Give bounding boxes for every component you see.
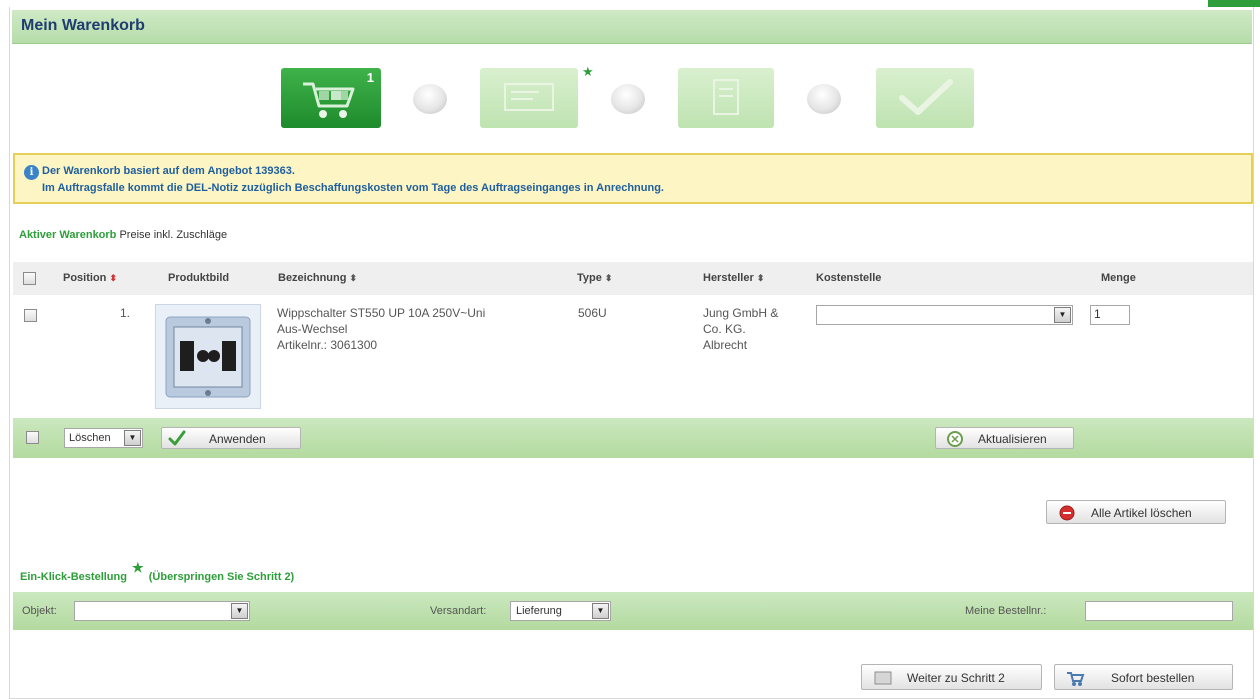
oneclick-note: (Überspringen Sie Schritt 2) — [148, 571, 295, 583]
product-image[interactable] — [155, 304, 261, 409]
info-banner: i Der Warenkorb basiert auf dem Angebot … — [13, 153, 1253, 204]
product-type: 506U — [578, 306, 607, 320]
chevron-down-icon: ▼ — [1054, 307, 1071, 323]
object-label: Objekt: — [22, 605, 57, 617]
active-cart-label: Aktiver Warenkorb — [19, 229, 117, 241]
cost-center-select[interactable]: ▼ — [816, 305, 1073, 325]
refresh-button[interactable]: Aktualisieren — [935, 427, 1074, 449]
step-separator-dot — [611, 84, 645, 114]
order-options-bar: Objekt: ▼ Versandart: Lieferung ▼ Meine … — [13, 592, 1253, 630]
info-text-line1: Der Warenkorb basiert auf dem Angebot 13… — [42, 165, 295, 177]
row-checkbox[interactable] — [24, 309, 37, 322]
step-address — [480, 68, 578, 128]
corner-tab — [1208, 0, 1260, 7]
oneclick-title: Ein-Klick-Bestellung — [20, 571, 127, 583]
address-icon — [504, 83, 554, 111]
sort-icon: ⬍ — [604, 273, 613, 283]
info-text-line2: Im Auftragsfalle kommt die DEL-Notiz zuz… — [42, 182, 664, 194]
bulk-select-checkbox[interactable] — [26, 431, 39, 444]
step-star-icon: ★ — [582, 64, 594, 79]
checkmark-icon — [168, 430, 186, 446]
step-confirm — [876, 68, 974, 128]
table-header: Position ⬍ Produktbild Bezeichnung ⬍ Typ… — [13, 262, 1253, 295]
page-title: Mein Warenkorb — [21, 17, 145, 34]
step-overview — [678, 68, 774, 128]
chevron-down-icon: ▼ — [592, 603, 609, 619]
row-position: 1. — [120, 306, 131, 320]
next-step-button[interactable]: Weiter zu Schritt 2 — [861, 664, 1042, 690]
cart-count-badge: 1 — [366, 70, 374, 85]
delete-all-button[interactable]: Alle Artikel löschen — [1046, 500, 1226, 524]
column-type[interactable]: Type ⬍ — [577, 272, 612, 284]
shopping-cart-icon — [303, 82, 355, 118]
delete-icon — [1059, 505, 1075, 521]
sort-icon: ⬍ — [349, 273, 358, 283]
checkmark-icon — [899, 79, 953, 115]
column-quantity: Menge — [1101, 272, 1136, 284]
column-position[interactable]: Position ⬍ — [63, 272, 117, 284]
bulk-action-bar: Löschen ▼ Anwenden Aktualisieren — [13, 418, 1253, 458]
order-number-input[interactable] — [1085, 601, 1233, 621]
order-now-button[interactable]: Sofort bestellen — [1054, 664, 1233, 690]
column-manufacturer[interactable]: Hersteller ⬍ — [703, 272, 764, 284]
product-manufacturer: Jung GmbH & Co. KG. Albrecht — [703, 306, 779, 352]
step-cart[interactable]: 1 — [281, 68, 381, 128]
step-separator-dot — [807, 84, 841, 114]
cart-heading: Aktiver Warenkorb Preise inkl. Zuschläge — [19, 229, 227, 241]
shipping-label: Versandart: — [430, 605, 487, 617]
fast-order-icon — [1067, 672, 1085, 686]
article-number: Artikelnr.: 3061300 — [277, 338, 378, 352]
quantity-input[interactable]: 1 — [1090, 305, 1130, 325]
product-name[interactable]: Wippschalter ST550 UP 10A 250V~Uni Aus-W… — [277, 305, 485, 353]
oneclick-star-icon: ★ — [132, 560, 144, 575]
column-name[interactable]: Bezeichnung ⬍ — [278, 272, 357, 284]
order-number-label: Meine Bestellnr.: — [965, 605, 1047, 617]
next-step-icon — [874, 671, 892, 685]
switch-image-icon — [165, 316, 251, 398]
sort-icon: ⬍ — [756, 273, 765, 283]
select-all-checkbox[interactable] — [23, 272, 36, 285]
apply-button[interactable]: Anwenden — [161, 427, 301, 449]
oneclick-heading: Ein-Klick-Bestellung ★ (Überspringen Sie… — [20, 560, 295, 584]
refresh-icon — [947, 431, 963, 447]
column-cost-center: Kostenstelle — [816, 272, 882, 284]
chevron-down-icon: ▼ — [231, 603, 248, 619]
document-icon — [713, 79, 739, 115]
bulk-action-select[interactable]: Löschen ▼ — [64, 428, 143, 448]
title-bar: Mein Warenkorb — [12, 10, 1252, 44]
price-note: Preise inkl. Zuschläge — [119, 229, 228, 241]
step-separator-dot — [413, 84, 447, 114]
shipping-select[interactable]: Lieferung ▼ — [510, 601, 611, 621]
object-select[interactable]: ▼ — [74, 601, 250, 621]
column-image: Produktbild — [168, 272, 230, 284]
chevron-down-icon: ▼ — [124, 430, 141, 446]
info-icon: i — [24, 165, 39, 180]
sort-icon: ⬍ — [109, 273, 117, 283]
